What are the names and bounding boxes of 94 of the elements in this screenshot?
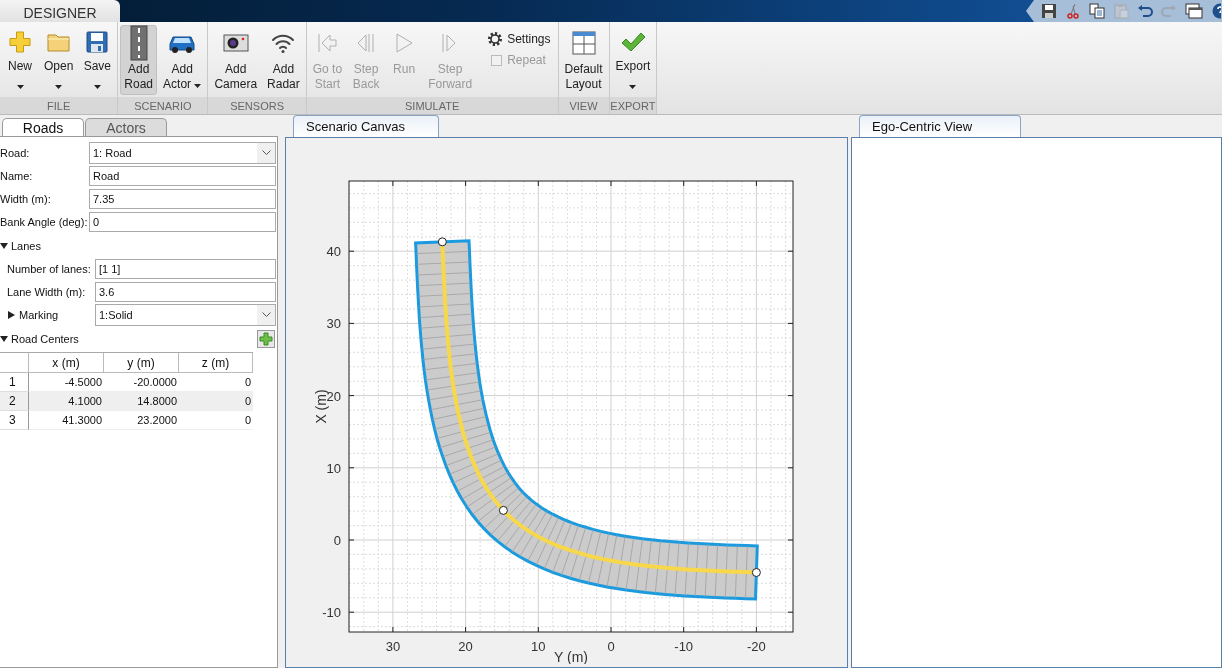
tick-label: 0	[333, 533, 341, 548]
section-label: SIMULATE	[306, 97, 558, 114]
windows-icon	[1185, 3, 1203, 19]
dropdown[interactable]: 1: Road	[89, 142, 276, 164]
field-label: Lane Width (m):	[6, 286, 87, 298]
chevron-icon	[261, 150, 271, 156]
section-label: SCENARIO	[118, 97, 208, 114]
caret-icon	[194, 84, 202, 88]
cut-button[interactable]	[1064, 2, 1082, 20]
field-label: Width (m):	[0, 193, 52, 205]
tick-label: 20	[458, 639, 473, 654]
save-icon	[1041, 3, 1057, 19]
tick-label: 30	[385, 639, 401, 654]
caret-icon	[629, 85, 637, 89]
text-field[interactable]: Road	[89, 166, 276, 186]
chevron-icon	[261, 312, 271, 318]
section-label: EXPORT	[609, 97, 657, 114]
section-label: VIEW	[558, 97, 609, 114]
row-number: 2	[0, 392, 29, 411]
field-label: Name:	[0, 170, 34, 182]
tick-label: -10	[674, 639, 694, 654]
column-header[interactable]: y (m)	[104, 353, 179, 373]
new-button[interactable]: New	[2, 25, 38, 95]
plus-icon	[8, 29, 32, 54]
caret-icon	[55, 85, 63, 89]
help-icon	[1211, 3, 1221, 19]
undo-icon	[1137, 3, 1153, 19]
column-header[interactable]: x (m)	[29, 353, 104, 373]
tick-label: -20	[747, 639, 766, 654]
section-header[interactable]: Road Centers	[0, 333, 79, 345]
tick-label: 40	[326, 244, 341, 260]
table-cell[interactable]: 0	[179, 411, 253, 430]
tick-label: 30	[326, 316, 341, 332]
section-label: SENSORS	[208, 97, 306, 114]
layout-icon	[570, 30, 597, 56]
panel-tab[interactable]: Ego-Centric View	[859, 115, 1021, 137]
panel-tab[interactable]: Roads	[2, 118, 84, 136]
section-header[interactable]: Marking	[0, 309, 95, 321]
designer-tab[interactable]: DESIGNER	[0, 0, 120, 22]
settings-icon	[487, 31, 504, 47]
scissors-icon	[1065, 3, 1081, 19]
radar-icon	[270, 32, 297, 54]
text-field[interactable]: 0	[89, 212, 276, 232]
text-field[interactable]: [1 1]	[95, 259, 276, 279]
table-cell[interactable]: 41.3000	[29, 411, 104, 430]
plus-icon	[259, 332, 273, 346]
skip-back-icon	[315, 31, 340, 55]
copy-button[interactable]	[1088, 2, 1106, 20]
row-number: 3	[0, 411, 29, 430]
camera-icon	[222, 33, 249, 53]
add-road-button[interactable]: Add Road	[120, 25, 158, 95]
save-button[interactable]: Save	[79, 25, 116, 95]
text-field[interactable]: 3.6	[95, 282, 276, 302]
table-cell[interactable]: 4.1000	[29, 392, 104, 411]
tick-label: 0	[607, 639, 615, 654]
axis-label: X (m)	[313, 389, 329, 424]
panel-tab[interactable]: Actors	[85, 118, 167, 136]
section-label: FILE	[0, 97, 118, 114]
windows-button[interactable]	[1184, 2, 1204, 20]
section-header[interactable]: Lanes	[0, 240, 41, 252]
column-header[interactable]: z (m)	[179, 353, 253, 373]
table-cell[interactable]: 14.8000	[104, 392, 179, 411]
add-actor-button[interactable]: Add Actor	[159, 25, 206, 95]
add-camera-button[interactable]: Add Camera	[210, 25, 262, 95]
tick-label: 10	[531, 639, 546, 654]
field-label: Road:	[0, 147, 31, 159]
add-button[interactable]	[257, 330, 275, 348]
table-cell[interactable]: 0	[179, 392, 253, 411]
copy-icon	[1089, 3, 1105, 19]
text-field[interactable]: 7.35	[89, 189, 276, 209]
field-label: Bank Angle (deg):	[0, 216, 89, 228]
panel-tab[interactable]: Scenario Canvas	[293, 115, 439, 137]
table-corner	[0, 353, 29, 373]
dropdown[interactable]: 1:Solid	[95, 304, 276, 326]
tick-label: -10	[322, 605, 341, 621]
save-button[interactable]	[1040, 2, 1058, 20]
tick-label: 10	[326, 460, 341, 476]
default-layout-button[interactable]: Default Layout	[560, 25, 607, 95]
checkbox-label: Repeat	[507, 53, 546, 67]
clipboard-icon	[1113, 3, 1129, 19]
road-icon	[129, 25, 148, 61]
caret-icon	[93, 85, 101, 89]
caret-icon	[16, 85, 24, 89]
add-radar-button[interactable]: Add Radar	[263, 25, 304, 95]
axis-label: Y (m)	[554, 649, 588, 664]
undo-button[interactable]	[1136, 2, 1154, 20]
settings-button[interactable]: Settings	[487, 31, 551, 47]
road-drawing[interactable]	[414, 237, 761, 601]
field-label: Number of lanes:	[6, 263, 92, 275]
export-button[interactable]: Export	[611, 25, 655, 95]
open-button[interactable]: Open	[40, 25, 78, 95]
redo-icon	[1161, 3, 1177, 19]
table-cell[interactable]: 23.2000	[104, 411, 179, 430]
help-button[interactable]	[1210, 2, 1222, 20]
